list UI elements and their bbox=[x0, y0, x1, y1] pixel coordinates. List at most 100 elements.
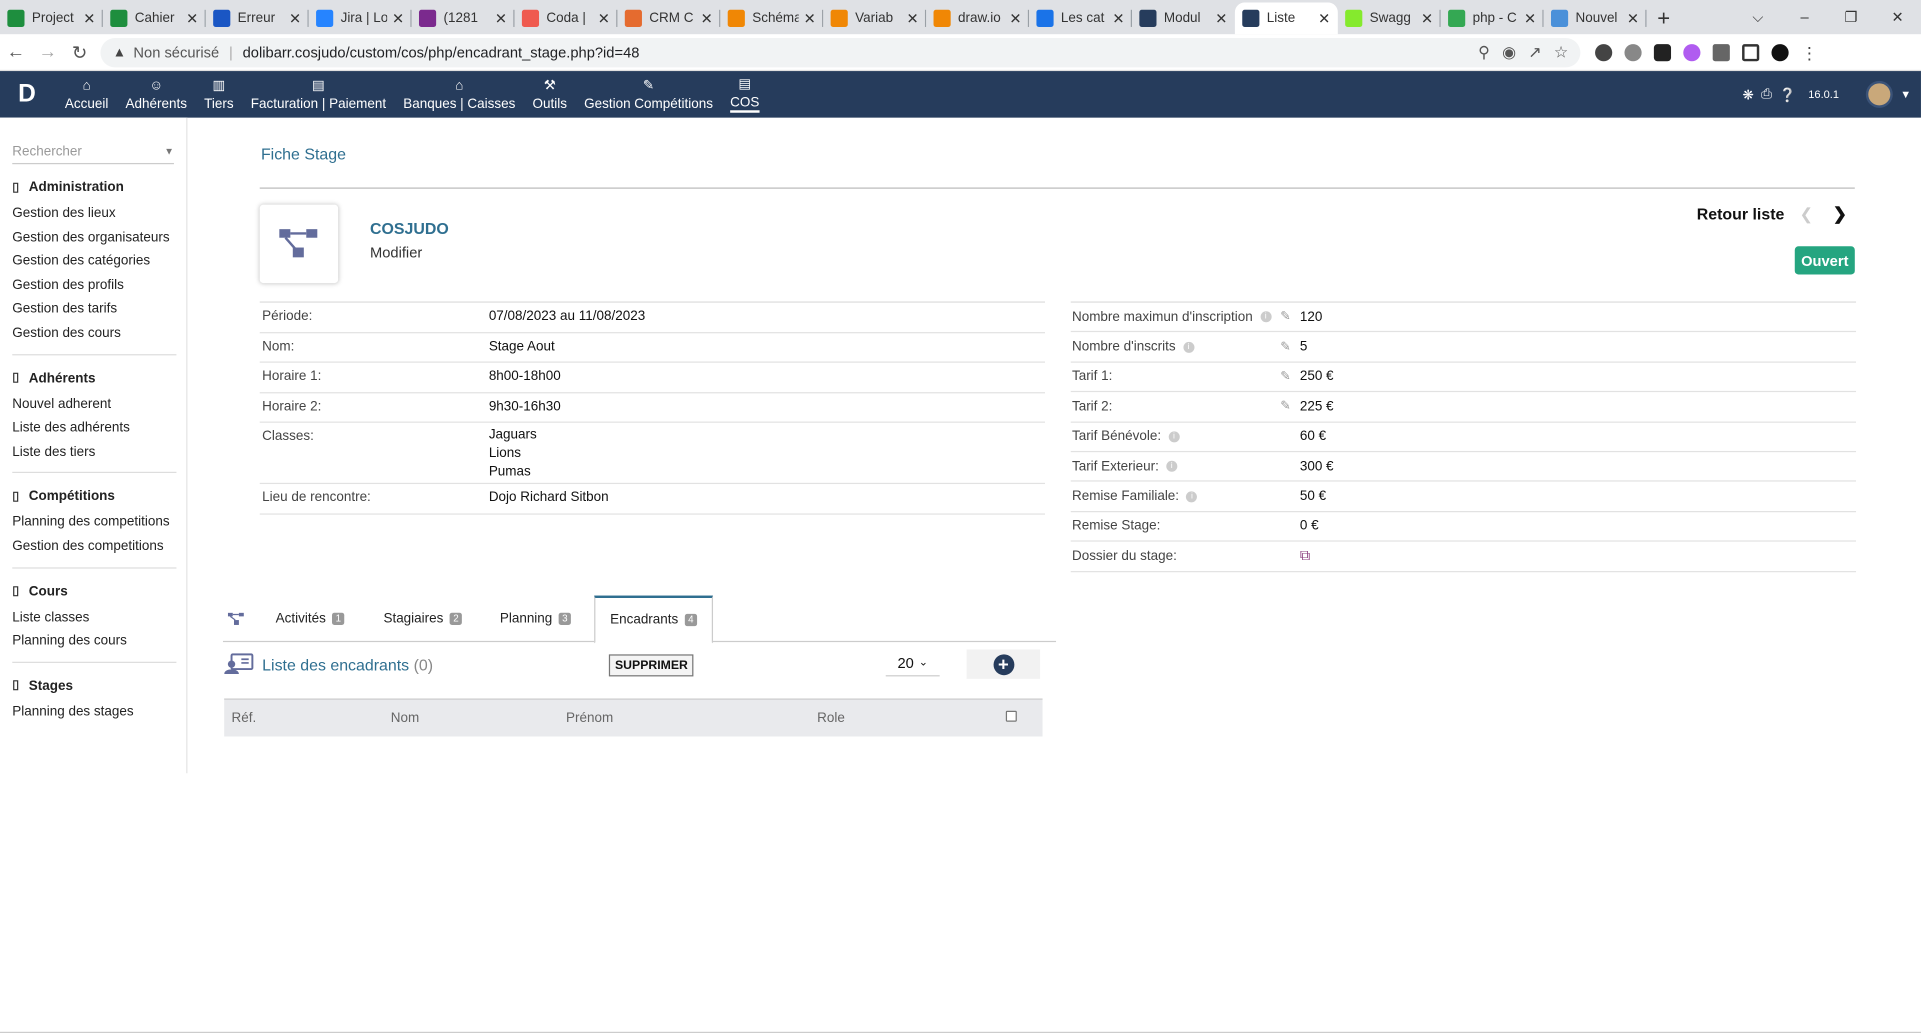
close-icon[interactable]: ✕ bbox=[186, 10, 198, 27]
close-window-icon[interactable]: ✕ bbox=[1874, 0, 1921, 34]
browser-tab[interactable]: Les cat ✕ bbox=[1029, 2, 1132, 34]
browser-tab[interactable]: Schéma ✕ bbox=[720, 2, 824, 34]
sidebar-section-title[interactable]: ▯ Administration bbox=[12, 180, 176, 195]
browser-tab[interactable]: draw.io ✕ bbox=[926, 2, 1030, 34]
close-icon[interactable]: ✕ bbox=[1421, 10, 1433, 27]
close-icon[interactable]: ✕ bbox=[1524, 10, 1536, 27]
page-size-select[interactable]: 20 ⌄ bbox=[885, 649, 940, 677]
column-header[interactable]: Réf. bbox=[232, 711, 257, 726]
url-input[interactable]: ▲ Non sécurisé | dolibarr.cosjudo/custom… bbox=[100, 37, 1581, 67]
top-menu-item[interactable]: ⚒ Outils bbox=[524, 71, 576, 118]
browser-tab[interactable]: php - C ✕ bbox=[1441, 2, 1544, 34]
previous-chevron-icon[interactable]: ❮ bbox=[1800, 205, 1813, 225]
print-icon[interactable]: ⎙ bbox=[1761, 86, 1772, 102]
menu-kebab-icon[interactable]: ⋮ bbox=[1801, 44, 1818, 61]
sidebar-item[interactable]: Planning des stages bbox=[12, 701, 176, 725]
browser-tab[interactable]: Erreur ✕ bbox=[206, 2, 309, 34]
column-header[interactable]: Role bbox=[817, 711, 845, 726]
extension-icon[interactable] bbox=[1683, 43, 1701, 61]
user-avatar[interactable] bbox=[1865, 80, 1893, 108]
help-icon[interactable]: ❔ bbox=[1779, 86, 1796, 103]
sidebar-item[interactable]: Gestion des competitions bbox=[12, 535, 176, 559]
top-menu-item[interactable]: ⌂ Banques | Caisses bbox=[395, 71, 524, 118]
sidebar-search-select[interactable]: Rechercher ▼ bbox=[12, 140, 174, 165]
browser-tab[interactable]: Nouvel ✕ bbox=[1544, 2, 1647, 34]
close-icon[interactable]: ✕ bbox=[1215, 10, 1227, 27]
sidebar-item[interactable]: Planning des competitions bbox=[12, 511, 176, 535]
sidebar-item[interactable]: Gestion des catégories bbox=[12, 250, 176, 274]
sidebar-item[interactable]: Gestion des cours bbox=[12, 322, 176, 346]
close-icon[interactable]: ✕ bbox=[701, 10, 713, 27]
pencil-icon[interactable]: ✎ bbox=[1280, 310, 1300, 323]
sidebar-item[interactable]: Nouvel adherent bbox=[12, 393, 176, 417]
sidebar-item[interactable]: Gestion des tarifs bbox=[12, 298, 176, 322]
sidebar-item[interactable]: Gestion des profils bbox=[12, 274, 176, 298]
chevron-down-icon[interactable]: ⌵ bbox=[1735, 0, 1782, 34]
location-icon[interactable]: ◉ bbox=[1502, 42, 1516, 62]
close-icon[interactable]: ✕ bbox=[804, 10, 816, 27]
new-tab-button[interactable]: + bbox=[1647, 2, 1681, 34]
browser-tab[interactable]: Project ✕ bbox=[0, 2, 103, 34]
extension-icon[interactable] bbox=[1595, 43, 1613, 61]
close-icon[interactable]: ✕ bbox=[392, 10, 404, 27]
forward-arrow-icon[interactable]: → bbox=[32, 36, 64, 68]
chevron-down-icon[interactable]: ▼ bbox=[1900, 88, 1911, 100]
browser-tab[interactable]: Variab ✕ bbox=[823, 2, 927, 34]
extension-icon[interactable] bbox=[1653, 43, 1672, 61]
sidebar-item[interactable]: Liste des tiers bbox=[12, 441, 176, 465]
top-menu-item[interactable]: ✎ Gestion Compétitions bbox=[576, 71, 722, 118]
close-icon[interactable]: ✕ bbox=[906, 10, 918, 27]
browser-tab[interactable]: (1281 ✕ bbox=[412, 2, 515, 34]
minimize-icon[interactable]: – bbox=[1781, 0, 1828, 34]
top-menu-item[interactable]: ▤ Facturation | Paiement bbox=[242, 71, 394, 118]
pencil-icon[interactable]: ✎ bbox=[1280, 370, 1300, 383]
bookmark-star-icon[interactable]: ☆ bbox=[1554, 42, 1568, 62]
sidebar-item[interactable]: Liste des adhérents bbox=[12, 417, 176, 441]
restore-icon[interactable]: ❐ bbox=[1828, 0, 1875, 34]
browser-tab[interactable]: CRM C ✕ bbox=[617, 2, 721, 34]
adblock-icon[interactable] bbox=[1624, 43, 1642, 61]
sidepanel-icon[interactable] bbox=[1742, 43, 1760, 61]
close-icon[interactable]: ✕ bbox=[1009, 10, 1021, 27]
share-icon[interactable]: ↗ bbox=[1528, 42, 1541, 62]
profile-avatar-icon[interactable] bbox=[1771, 43, 1789, 61]
external-link-icon[interactable]: ⧉ bbox=[1300, 547, 1311, 564]
browser-tab[interactable]: Swagg ✕ bbox=[1338, 2, 1441, 34]
tab-overview-icon[interactable] bbox=[227, 596, 245, 643]
browser-tab[interactable]: Cahier ✕ bbox=[103, 2, 206, 34]
next-chevron-icon[interactable]: ❯ bbox=[1833, 203, 1847, 224]
back-to-list-link[interactable]: Retour liste bbox=[1697, 205, 1785, 223]
pencil-icon[interactable]: ✎ bbox=[1280, 340, 1300, 353]
column-header[interactable]: Nom bbox=[391, 711, 419, 726]
close-icon[interactable]: ✕ bbox=[1112, 10, 1124, 27]
tab-planning[interactable]: Planning 3 bbox=[500, 596, 572, 643]
sidebar-section-title[interactable]: ▯ Adhérents bbox=[12, 371, 176, 386]
tab-stagiaires[interactable]: Stagiaires 2 bbox=[383, 596, 463, 643]
reload-icon[interactable]: ↻ bbox=[64, 36, 96, 68]
close-icon[interactable]: ✕ bbox=[1318, 10, 1330, 27]
pencil-icon[interactable]: ✎ bbox=[1280, 400, 1300, 413]
sidebar-item[interactable]: Gestion des lieux bbox=[12, 202, 176, 226]
browser-tab[interactable]: Liste ✕ bbox=[1234, 2, 1338, 35]
sidebar-item[interactable]: Planning des cours bbox=[12, 630, 176, 654]
top-menu-item[interactable]: ☺ Adhérents bbox=[117, 71, 196, 118]
top-menu-item[interactable]: ▥ Tiers bbox=[196, 71, 243, 118]
sidebar-section-title[interactable]: ▯ Stages bbox=[12, 679, 176, 694]
top-menu-item[interactable]: ⌂ Accueil bbox=[56, 71, 117, 118]
zoom-icon[interactable]: ⚲ bbox=[1478, 42, 1490, 62]
browser-tab[interactable]: Modul ✕ bbox=[1132, 2, 1235, 34]
select-all-checkbox[interactable] bbox=[1005, 710, 1017, 722]
puzzle-icon[interactable] bbox=[1712, 43, 1730, 61]
add-button[interactable]: + bbox=[966, 649, 1041, 679]
close-icon[interactable]: ✕ bbox=[1627, 10, 1639, 27]
close-icon[interactable]: ✕ bbox=[598, 10, 610, 27]
close-icon[interactable]: ✕ bbox=[289, 10, 301, 27]
top-menu-item[interactable]: ▤ COS bbox=[722, 71, 768, 118]
sidebar-item[interactable]: Gestion des organisateurs bbox=[12, 226, 176, 250]
tab-encadrants[interactable]: Encadrants 4 bbox=[594, 595, 714, 644]
sidebar-section-title[interactable]: ▯ Compétitions bbox=[12, 489, 176, 504]
delete-button[interactable]: SUPPRIMER bbox=[608, 654, 694, 677]
dolibarr-logo[interactable]: D bbox=[0, 71, 54, 118]
column-header[interactable]: Prénom bbox=[566, 711, 613, 726]
sidebar-item[interactable]: Liste classes bbox=[12, 606, 176, 630]
